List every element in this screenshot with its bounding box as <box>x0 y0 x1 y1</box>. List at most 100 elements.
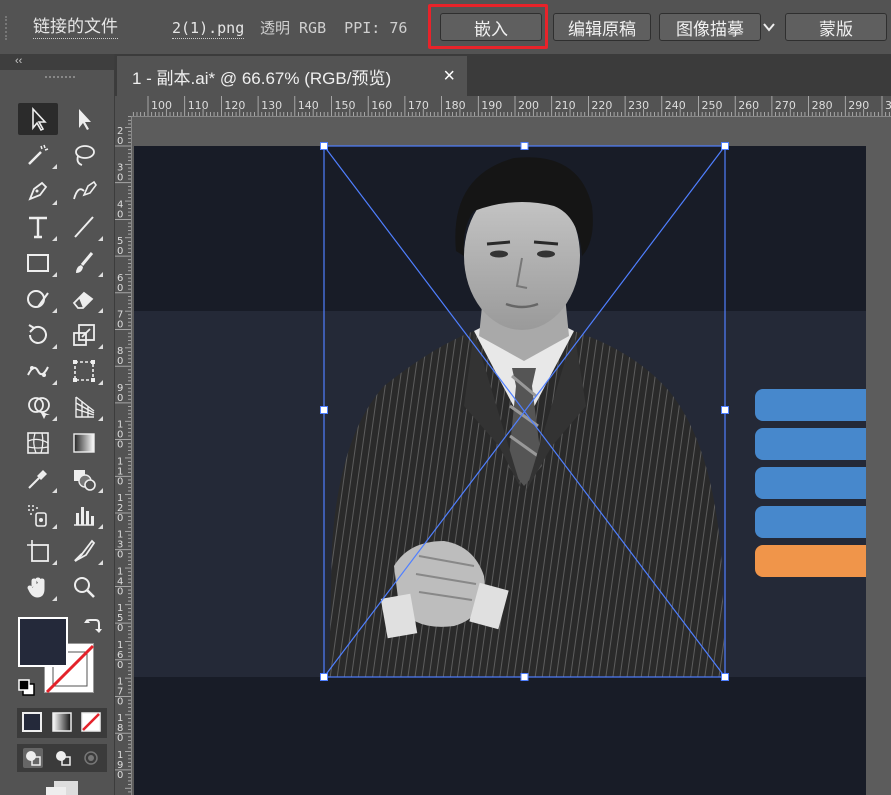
ruler-label: 160 <box>371 99 392 112</box>
ruler-origin[interactable] <box>115 96 131 116</box>
shape-builder-tool-icon[interactable] <box>18 391 58 423</box>
curvature-tool-icon[interactable] <box>64 175 104 207</box>
ruler-label: 170 <box>408 99 429 112</box>
ruler-label: 230 <box>628 99 649 112</box>
mesh-tool-icon[interactable] <box>18 427 58 459</box>
tools-panel-header: ‹‹ <box>0 54 114 70</box>
slice-tool-icon[interactable] <box>64 535 104 567</box>
perspective-grid-tool-icon[interactable] <box>64 391 104 423</box>
blue-bar-2[interactable] <box>755 428 866 460</box>
vertical-ruler[interactable]: 2030405060708090100110120130140150160170… <box>115 116 132 795</box>
ruler-label: 130 <box>261 99 282 112</box>
file-name-link[interactable]: 2(1).png <box>172 18 245 39</box>
draw-behind-icon[interactable] <box>52 747 74 769</box>
collapse-icon[interactable]: ‹‹ <box>15 55 22 67</box>
horizontal-ruler[interactable]: 100 110 120 130 140 150 160 170 180 190 200 210 220 2… <box>131 96 891 117</box>
color-mode-icon[interactable] <box>21 711 43 733</box>
file-info-text: 透明 RGB PPI: 76 <box>260 19 408 37</box>
image-trace-button[interactable]: 图像描摹 <box>659 13 761 41</box>
ruler-label: 210 <box>555 99 576 112</box>
rectangle-tool-icon[interactable] <box>18 247 58 279</box>
ruler-label: 150 <box>335 99 356 112</box>
linked-file-link[interactable]: 链接的文件 <box>33 16 118 39</box>
ruler-label: 0 <box>117 283 123 294</box>
draw-normal-icon[interactable] <box>22 747 44 769</box>
lasso-tool-icon[interactable] <box>64 139 104 171</box>
ruler-label: 0 <box>117 209 123 220</box>
close-icon[interactable]: × <box>443 65 455 88</box>
ruler-label: 0 <box>117 513 123 524</box>
ruler-label: 290 <box>848 99 869 112</box>
shaper-tool-icon[interactable] <box>18 283 58 315</box>
highlight-box <box>428 4 548 49</box>
ruler-label: 270 <box>775 99 796 112</box>
ruler-label: 0 <box>117 246 123 257</box>
selection-bounding-box[interactable] <box>320 142 730 682</box>
paintbrush-tool-icon[interactable] <box>64 247 104 279</box>
line-tool-icon[interactable] <box>64 211 104 243</box>
free-transform-tool-icon[interactable] <box>64 355 104 387</box>
fill-swatch[interactable] <box>18 617 68 667</box>
gradient-mode-icon[interactable] <box>51 711 73 733</box>
magic-wand-tool-icon[interactable] <box>18 139 58 171</box>
scale-tool-icon[interactable] <box>64 319 104 351</box>
default-colors-icon[interactable] <box>17 678 37 698</box>
ruler-label: 0 <box>117 393 123 404</box>
draw-inside-icon[interactable] <box>80 747 102 769</box>
blue-bar-1[interactable] <box>755 389 866 421</box>
artboard-tool-icon[interactable] <box>18 535 58 567</box>
ruler-label: 100 <box>151 99 172 112</box>
none-mode-icon[interactable] <box>80 711 102 733</box>
ruler-label: 0 <box>117 476 123 487</box>
puppet-warp-tool-icon[interactable] <box>18 355 58 387</box>
swap-fill-stroke-icon[interactable] <box>82 617 102 637</box>
ruler-label: 110 <box>188 99 209 112</box>
ruler-label: 0 <box>117 320 123 331</box>
ruler-label: 260 <box>738 99 759 112</box>
ruler-label: 0 <box>117 770 123 781</box>
blend-tool-icon[interactable] <box>64 463 104 495</box>
ruler-label: 280 <box>812 99 833 112</box>
chevron-down-icon[interactable] <box>762 20 776 34</box>
panel-grip[interactable] <box>5 16 11 40</box>
column-graph-tool-icon[interactable] <box>64 499 104 531</box>
document-tab-title: 1 - 副本.ai* @ 66.67% (RGB/预览) <box>132 68 392 88</box>
ruler-label: 30 <box>885 99 891 112</box>
screen-mode-icon[interactable] <box>44 779 80 795</box>
ruler-label: 190 <box>481 99 502 112</box>
ruler-label: 0 <box>117 440 123 451</box>
direct-selection-tool-icon[interactable] <box>64 103 104 135</box>
ruler-label: 0 <box>117 356 123 367</box>
rotate-tool-icon[interactable] <box>18 319 58 351</box>
horizontal-ruler-ticks: 100 110 120 130 140 150 160 170 180 190 200 210 220 2… <box>132 96 891 116</box>
gradient-tool-icon[interactable] <box>64 427 104 459</box>
tools-grip[interactable] <box>45 76 75 84</box>
mask-button[interactable]: 蒙版 <box>785 13 887 41</box>
blue-bar-3[interactable] <box>755 467 866 499</box>
control-bar: 链接的文件 2(1).png 透明 RGB PPI: 76 嵌入 编辑原稿 图像… <box>0 0 891 55</box>
blue-bar-4[interactable] <box>755 506 866 538</box>
eyedropper-tool-icon[interactable] <box>18 463 58 495</box>
pen-tool-icon[interactable] <box>18 175 58 207</box>
ruler-label: 0 <box>117 697 123 708</box>
symbol-sprayer-tool-icon[interactable] <box>18 499 58 531</box>
type-tool-icon[interactable] <box>18 211 58 243</box>
ruler-label: 0 <box>117 733 123 744</box>
selection-tool-icon[interactable] <box>18 103 58 135</box>
ruler-label: 120 <box>224 99 245 112</box>
ruler-label: 220 <box>591 99 612 112</box>
ruler-label: 180 <box>445 99 466 112</box>
ruler-label: 0 <box>117 586 123 597</box>
ruler-label: 0 <box>117 136 123 147</box>
eraser-tool-icon[interactable] <box>64 283 104 315</box>
ruler-label: 0 <box>117 623 123 634</box>
ruler-label: 0 <box>117 173 123 184</box>
document-tab[interactable]: 1 - 副本.ai* @ 66.67% (RGB/预览) × <box>117 56 467 96</box>
orange-bar[interactable] <box>755 545 866 577</box>
zoom-tool-icon[interactable] <box>64 571 104 603</box>
hand-tool-icon[interactable] <box>18 571 58 603</box>
ruler-label: 0 <box>117 550 123 561</box>
edit-original-button[interactable]: 编辑原稿 <box>553 13 651 41</box>
ruler-label: 200 <box>518 99 539 112</box>
ruler-label: 240 <box>665 99 686 112</box>
